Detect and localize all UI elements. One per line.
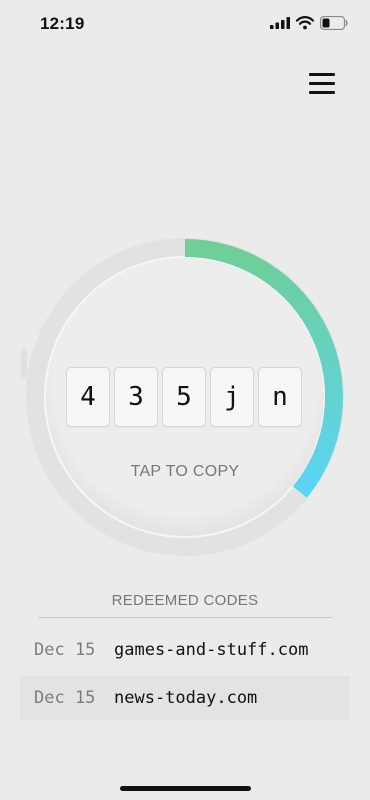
redeemed-codes-title: REDEEMED CODES — [111, 592, 259, 609]
code-char: 5 — [162, 367, 206, 427]
hamburger-menu-icon-bar — [309, 82, 335, 85]
battery-icon — [320, 16, 348, 30]
code-char: 3 — [114, 367, 158, 427]
menu-button[interactable] — [304, 68, 340, 100]
home-indicator — [120, 786, 251, 791]
signal-icon — [270, 17, 290, 29]
tap-to-copy-label[interactable]: TAP TO COPY — [0, 463, 370, 481]
hamburger-menu-icon — [309, 73, 335, 76]
code-display[interactable]: 4 3 5 j n — [66, 367, 306, 427]
code-char: j — [210, 367, 254, 427]
code-char: n — [258, 367, 302, 427]
redeemed-row[interactable]: Dec 15 news-today.com — [20, 676, 350, 720]
redeemed-divider — [38, 617, 332, 618]
redeemed-row[interactable]: Dec 15 games-and-stuff.com — [20, 628, 350, 672]
hamburger-menu-icon-bar — [309, 91, 335, 94]
redeemed-site: news-today.com — [114, 688, 258, 708]
wifi-icon — [296, 16, 314, 30]
redeemed-site: games-and-stuff.com — [114, 640, 309, 660]
code-char: 4 — [66, 367, 110, 427]
status-time: 12:19 — [40, 14, 85, 33]
status-bar: 12:19 — [0, 0, 370, 48]
redeemed-date: Dec 15 — [34, 688, 96, 708]
redeemed-list: Dec 15 games-and-stuff.com Dec 15 news-t… — [20, 628, 350, 724]
redeemed-date: Dec 15 — [34, 640, 96, 660]
